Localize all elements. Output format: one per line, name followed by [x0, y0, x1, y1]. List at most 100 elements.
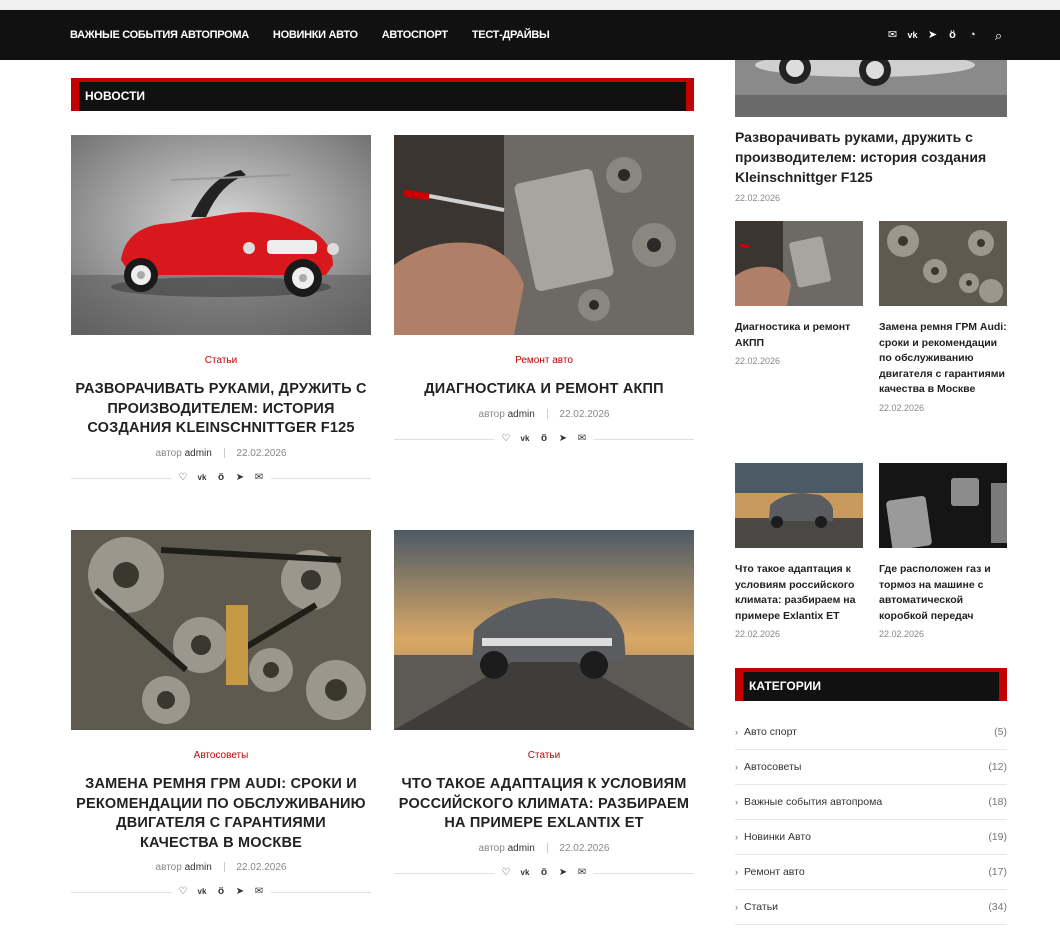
search-icon[interactable]: ⌕ [992, 29, 1005, 42]
heart-icon[interactable]: ♡ [178, 885, 189, 899]
post-meta: автор admin 22.02.2026 [394, 843, 694, 854]
nav-item-new-cars[interactable]: НОВИНКИ АВТО [273, 29, 358, 41]
sidebar-post-title[interactable]: Замена ремня ГРМ Audi: сроки и рекоменда… [879, 320, 1007, 398]
category-item[interactable]: › Новинки Авто (19) [735, 820, 1007, 855]
category-item[interactable]: › Ремонт авто (17) [735, 855, 1007, 890]
post-category[interactable]: Статьи [394, 750, 694, 761]
post-category[interactable]: Статьи [71, 355, 371, 366]
sidebar-post-title[interactable]: Где расположен газ и тормоз на машине с … [879, 562, 1007, 624]
author-link[interactable]: admin [185, 448, 212, 459]
vk-icon[interactable]: vk [520, 432, 531, 446]
category-name[interactable]: Ремонт авто [744, 866, 988, 878]
post-card: Ремонт авто ДИАГНОСТИКА И РЕМОНТ АКПП ав… [394, 135, 694, 446]
chevron-right-icon: › [735, 762, 738, 772]
telegram-icon[interactable]: ➤ [558, 866, 569, 880]
meta-divider [546, 408, 548, 419]
meta-divider [223, 447, 225, 458]
post-thumbnail-exlantix[interactable] [394, 530, 694, 730]
post-date: 22.02.2026 [559, 842, 610, 854]
heart-icon[interactable]: ♡ [501, 432, 512, 446]
news-section-heading: НОВОСТИ [71, 78, 694, 111]
post-title[interactable]: ДИАГНОСТИКА И РЕМОНТ АКПП [394, 380, 694, 400]
telegram-icon[interactable]: ➤ [235, 471, 246, 485]
sidebar-featured-thumbnail[interactable] [735, 60, 1007, 117]
category-name[interactable]: Статьи [744, 901, 988, 913]
sidebar-post-item: Что такое адаптация к условиям российско… [735, 463, 863, 639]
envelope-icon[interactable]: ✉ [577, 432, 588, 446]
author-link[interactable]: admin [508, 843, 535, 854]
category-count: (19) [988, 831, 1007, 843]
post-title[interactable]: РАЗВОРАЧИВАТЬ РУКАМИ, ДРУЖИТЬ С ПРОИЗВОД… [71, 380, 371, 439]
category-item[interactable]: › Авто спорт (5) [735, 715, 1007, 750]
rss-icon[interactable]: ◔ [966, 29, 979, 42]
news-heading-label: НОВОСТИ [79, 82, 686, 111]
category-name[interactable]: Новинки Авто [744, 831, 988, 843]
post-title[interactable]: ЧТО ТАКОЕ АДАПТАЦИЯ К УСЛОВИЯМ РОССИЙСКО… [394, 775, 694, 834]
heart-icon[interactable]: ♡ [178, 471, 189, 485]
sidebar-post-item: Замена ремня ГРМ Audi: сроки и рекоменда… [879, 221, 1007, 413]
post-thumbnail-audi-timing-belt[interactable] [71, 530, 371, 730]
share-bar: ♡ vk ö ➤ ✉ [394, 431, 694, 446]
odnoklassniki-icon[interactable]: ö [216, 885, 227, 899]
category-item[interactable]: › Автосоветы (12) [735, 750, 1007, 785]
telegram-icon[interactable]: ➤ [235, 885, 246, 899]
post-category[interactable]: Ремонт авто [394, 355, 694, 366]
nav-item-important-events[interactable]: ВАЖНЫЕ СОБЫТИЯ АВТОПРОМА [70, 29, 249, 41]
envelope-icon[interactable]: ✉ [886, 29, 899, 42]
main-navbar: ВАЖНЫЕ СОБЫТИЯ АВТОПРОМА НОВИНКИ АВТО АВ… [0, 10, 1060, 60]
odnoklassniki-icon[interactable]: ö [539, 432, 550, 446]
category-count: (18) [988, 796, 1007, 808]
category-name[interactable]: Автосоветы [744, 761, 988, 773]
sidebar-featured-title[interactable]: Разворачивать руками, дружить с производ… [735, 127, 1007, 187]
sidebar-post-thumbnail[interactable] [735, 221, 863, 306]
category-item[interactable]: › Статьи (34) [735, 890, 1007, 925]
telegram-icon[interactable]: ➤ [926, 29, 939, 42]
top-strip [0, 0, 1060, 10]
post-card: Статьи ЧТО ТАКОЕ АДАПТАЦИЯ К УСЛОВИЯМ РО… [394, 530, 694, 880]
telegram-icon[interactable]: ➤ [558, 432, 569, 446]
envelope-icon[interactable]: ✉ [577, 866, 588, 880]
sidebar-post-thumbnail[interactable] [735, 463, 863, 548]
odnoklassniki-icon[interactable]: ö [539, 866, 550, 880]
vk-icon[interactable]: vk [197, 471, 208, 485]
post-thumbnail-kleinschnittger[interactable] [71, 135, 371, 335]
main-menu: ВАЖНЫЕ СОБЫТИЯ АВТОПРОМА НОВИНКИ АВТО АВ… [70, 10, 550, 60]
chevron-right-icon: › [735, 832, 738, 842]
author-prefix: автор [478, 408, 505, 420]
category-count: (5) [994, 726, 1007, 738]
post-thumbnail-akpp[interactable] [394, 135, 694, 335]
sidebar-post-thumbnail[interactable] [879, 221, 1007, 306]
chevron-right-icon: › [735, 797, 738, 807]
post-title[interactable]: ЗАМЕНА РЕМНЯ ГРМ AUDI: СРОКИ И РЕКОМЕНДА… [71, 775, 371, 853]
author-prefix: автор [155, 447, 182, 459]
sidebar-post-item: Диагностика и ремонт АКПП 22.02.2026 [735, 221, 863, 366]
nav-item-test-drives[interactable]: ТЕСТ-ДРАЙВЫ [472, 29, 550, 41]
meta-divider [223, 862, 225, 873]
sidebar-post-date: 22.02.2026 [735, 356, 781, 367]
sidebar-post-title[interactable]: Что такое адаптация к условиям российско… [735, 562, 863, 624]
share-bar: ♡ vk ö ➤ ✉ [71, 885, 371, 899]
sidebar-post-thumbnail[interactable] [879, 463, 1007, 548]
vk-icon[interactable]: vk [906, 29, 919, 42]
post-date: 22.02.2026 [236, 447, 287, 459]
author-prefix: автор [155, 862, 182, 873]
odnoklassniki-icon[interactable]: ö [216, 471, 227, 485]
sidebar-post-date: 22.02.2026 [735, 629, 781, 640]
categories-heading-label: КАТЕГОРИИ [743, 672, 999, 701]
category-item[interactable]: › Важные события автопрома (18) [735, 785, 1007, 820]
post-category[interactable]: Автосоветы [71, 750, 371, 761]
category-name[interactable]: Авто спорт [744, 726, 994, 738]
author-link[interactable]: admin [185, 862, 212, 873]
sidebar-post-title[interactable]: Диагностика и ремонт АКПП [735, 320, 863, 351]
category-name[interactable]: Важные события автопрома [744, 796, 988, 808]
envelope-icon[interactable]: ✉ [254, 471, 265, 485]
nav-item-autosport[interactable]: АВТОСПОРТ [382, 29, 448, 41]
heart-icon[interactable]: ♡ [501, 866, 512, 880]
category-count: (17) [988, 866, 1007, 878]
sidebar-featured-date: 22.02.2026 [735, 193, 781, 203]
author-link[interactable]: admin [508, 409, 535, 420]
vk-icon[interactable]: vk [520, 866, 531, 880]
odnoklassniki-icon[interactable]: ö [946, 29, 959, 42]
envelope-icon[interactable]: ✉ [254, 885, 265, 899]
vk-icon[interactable]: vk [197, 885, 208, 899]
